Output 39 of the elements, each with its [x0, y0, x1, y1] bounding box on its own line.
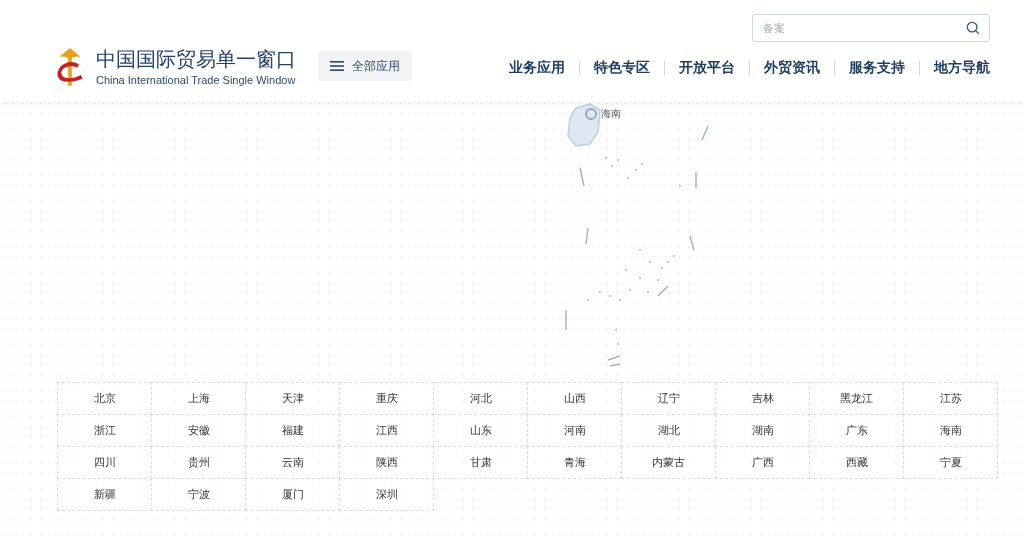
region-link[interactable]: 吉林	[715, 382, 810, 415]
region-link[interactable]: 厦门	[245, 478, 340, 511]
site-subtitle: China International Trade Single Window	[96, 73, 296, 86]
region-link[interactable]: 海南	[903, 414, 998, 447]
nav-link[interactable]: 业务应用	[509, 59, 565, 77]
region-link[interactable]: 江苏	[903, 382, 998, 415]
region-link[interactable]: 北京	[57, 382, 152, 415]
region-link[interactable]: 黑龙江	[809, 382, 904, 415]
region-link[interactable]: 宁夏	[903, 446, 998, 479]
region-link[interactable]: 云南	[245, 446, 340, 479]
search-field[interactable]: 备案	[752, 14, 990, 42]
search-icon[interactable]	[966, 21, 980, 35]
region-link[interactable]: 四川	[57, 446, 152, 479]
region-link[interactable]: 西藏	[809, 446, 904, 479]
region-link[interactable]: 上海	[151, 382, 246, 415]
region-link[interactable]: 深圳	[339, 478, 434, 511]
region-link[interactable]: 青海	[527, 446, 622, 479]
nav-link[interactable]: 特色专区	[594, 59, 650, 77]
region-link[interactable]: 山东	[433, 414, 528, 447]
region-link[interactable]: 河北	[433, 382, 528, 415]
region-link[interactable]: 广西	[715, 446, 810, 479]
nav-link[interactable]: 外贸资讯	[764, 59, 820, 77]
region-link[interactable]: 甘肃	[433, 446, 528, 479]
nav-link[interactable]: 地方导航	[934, 59, 990, 77]
nav-link[interactable]: 开放平台	[679, 59, 735, 77]
all-apps-button[interactable]: 全部应用	[318, 51, 412, 81]
region-link[interactable]: 浙江	[57, 414, 152, 447]
region-link[interactable]: 福建	[245, 414, 340, 447]
region-link[interactable]: 天津	[245, 382, 340, 415]
site-title: 中国国际贸易单一窗口	[96, 46, 296, 71]
region-link[interactable]: 新疆	[57, 478, 152, 511]
map-label: 海南	[601, 107, 621, 121]
region-link[interactable]: 山西	[527, 382, 622, 415]
region-link[interactable]: 重庆	[339, 382, 434, 415]
nav-link[interactable]: 服务支持	[849, 59, 905, 77]
region-link[interactable]: 宁波	[151, 478, 246, 511]
region-link[interactable]: 内蒙古	[621, 446, 716, 479]
region-link[interactable]: 辽宁	[621, 382, 716, 415]
menu-icon	[330, 60, 344, 72]
